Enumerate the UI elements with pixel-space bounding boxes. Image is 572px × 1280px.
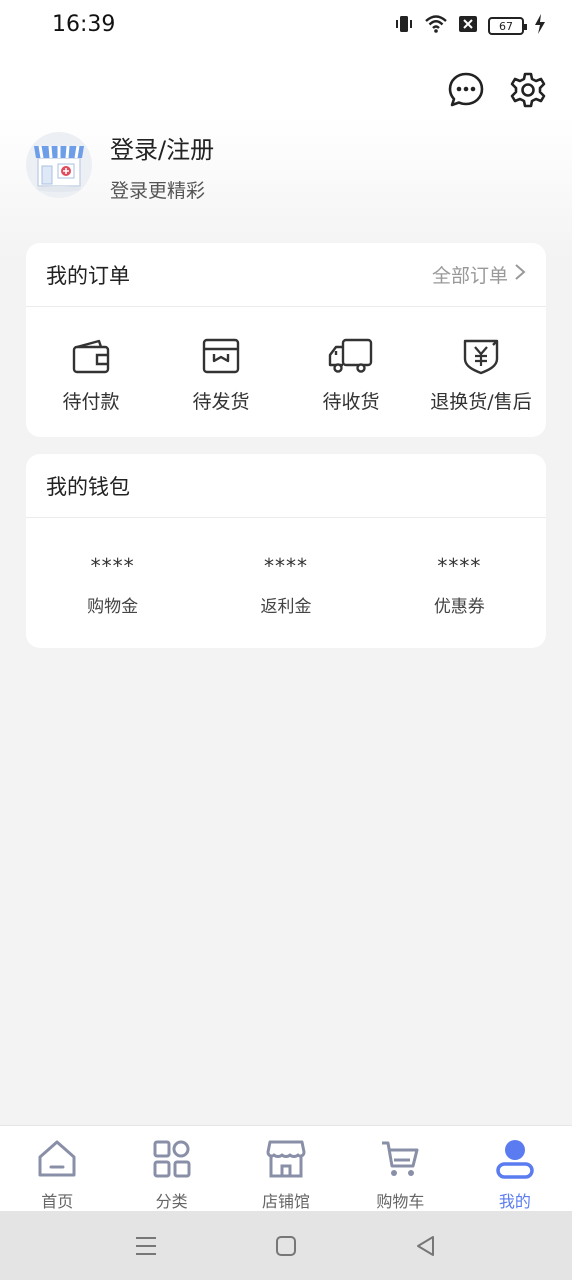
tab-label: 首页 [41,1192,74,1211]
all-orders-link[interactable]: 全部订单 [432,261,526,288]
order-after-sales[interactable]: 退换货/售后 [416,307,546,437]
wallet-value: **** [437,554,482,578]
order-pending-payment[interactable]: 待付款 [26,307,156,437]
wallet-grid: **** 购物金 **** 返利金 **** 优惠券 [26,518,546,648]
header-actions [446,70,548,110]
order-status-grid: 待付款 待发货 待收货 退换货/售后 [26,307,546,437]
order-item-label: 退换货/售后 [430,391,532,413]
orders-card: 我的订单 全部订单 待付款 待发货 待收货 退换货/售后 [26,243,546,437]
tab-label: 购物车 [376,1192,425,1211]
orders-title: 我的订单 [46,263,130,288]
wallet-shopping-gold[interactable]: **** 购物金 [26,518,199,648]
profile-icon [494,1138,536,1184]
wallet-title: 我的钱包 [46,474,130,499]
store-icon [265,1138,307,1184]
wallet-icon [71,337,111,379]
tab-profile[interactable]: 我的 [458,1126,572,1211]
truck-icon [327,337,375,379]
wallet-rebate[interactable]: **** 返利金 [199,518,372,648]
tab-home[interactable]: 首页 [0,1126,114,1211]
back-icon[interactable] [411,1231,441,1261]
wallet-card-header: 我的钱包 [26,454,546,518]
status-icons: 67 [394,14,546,38]
wallet-label: 优惠券 [433,597,485,617]
message-icon[interactable] [446,70,486,110]
order-item-label: 待发货 [192,391,250,413]
wallet-label: 返利金 [260,597,312,617]
settings-icon[interactable] [508,70,548,110]
chevron-right-icon [514,263,526,286]
shop-avatar-icon[interactable] [26,132,92,198]
login-register-link[interactable]: 登录/注册 [110,130,214,165]
wallet-card: 我的钱包 **** 购物金 **** 返利金 **** 优惠券 [26,454,546,648]
wifi-icon [424,14,448,38]
system-nav-bar [0,1211,572,1280]
wallet-value: **** [263,554,308,578]
login-subtitle: 登录更精彩 [110,180,206,202]
battery-icon: 67 [488,17,527,35]
vibrate-icon [394,14,414,38]
orders-card-header: 我的订单 全部订单 [26,243,546,307]
wallet-label: 购物金 [87,597,139,617]
tab-category[interactable]: 分类 [114,1126,228,1211]
no-sim-icon [458,15,478,37]
home-icon [36,1138,78,1184]
tab-store[interactable]: 店铺馆 [229,1126,343,1211]
menu-icon[interactable] [131,1231,161,1261]
order-pending-shipment[interactable]: 待发货 [156,307,286,437]
category-icon [151,1138,193,1184]
cart-icon [379,1138,421,1184]
profile-section[interactable]: 登录/注册 登录更精彩 [26,130,546,206]
wallet-value: **** [90,554,135,578]
order-item-label: 待收货 [322,391,380,413]
tab-label: 我的 [498,1192,531,1211]
charging-icon [534,14,546,38]
bottom-tab-bar: 首页 分类 店铺馆 购物车 我的 [0,1125,572,1211]
tab-label: 分类 [155,1192,188,1211]
box-icon [201,337,241,379]
refund-icon [461,337,501,379]
tab-label: 店铺馆 [262,1192,311,1211]
order-item-label: 待付款 [62,391,120,413]
home-button-icon[interactable] [271,1231,301,1261]
tab-cart[interactable]: 购物车 [343,1126,457,1211]
status-time: 16:39 [52,12,116,37]
all-orders-label: 全部订单 [431,265,508,287]
status-bar: 16:39 67 [0,0,572,52]
wallet-coupons[interactable]: **** 优惠券 [373,518,546,648]
order-pending-receipt[interactable]: 待收货 [286,307,416,437]
